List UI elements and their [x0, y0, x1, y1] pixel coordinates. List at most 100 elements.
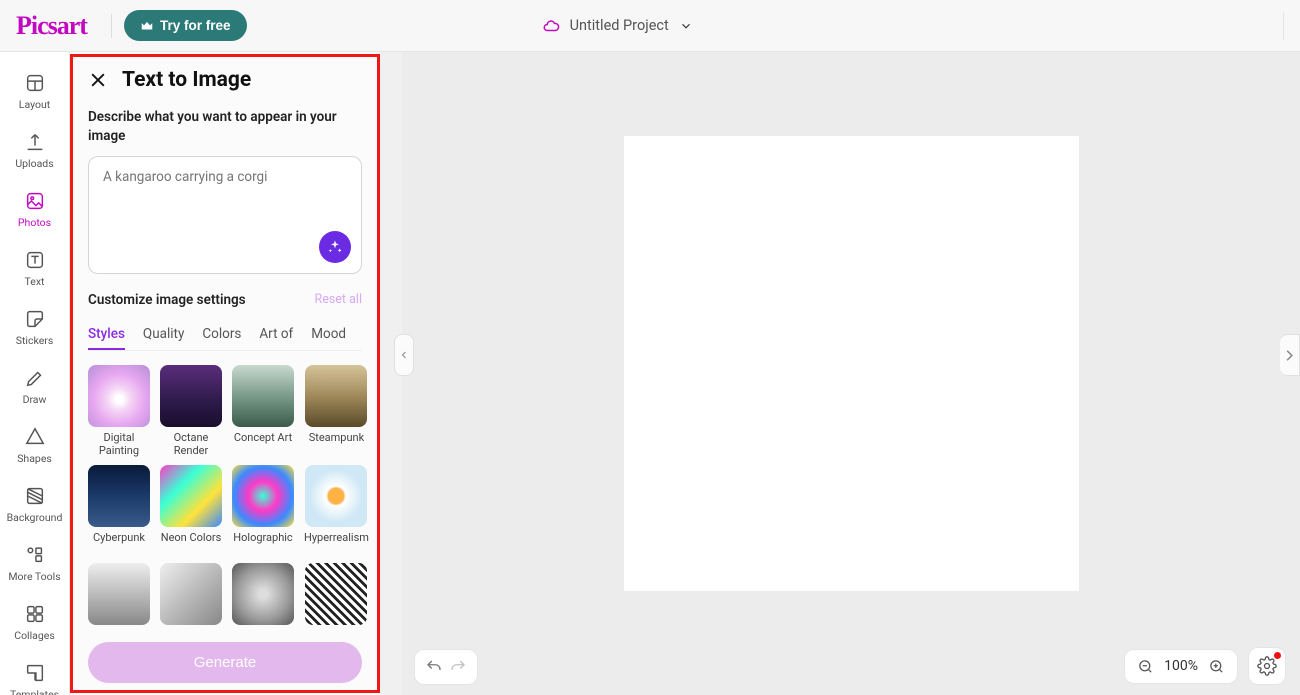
- sidebar-item-uploads[interactable]: Uploads: [0, 125, 69, 184]
- gear-icon: [1257, 656, 1277, 676]
- layout-icon: [24, 72, 46, 94]
- style-digital-painting[interactable]: Digital Painting: [88, 365, 150, 457]
- settings-tabs: Styles Quality Colors Art of Mood: [88, 320, 362, 351]
- sidebar-item-photos[interactable]: Photos: [0, 184, 69, 243]
- prompt-input[interactable]: [103, 169, 347, 219]
- prompt-label: Describe what you want to appear in your…: [88, 108, 362, 146]
- style-thumb: [305, 563, 367, 625]
- styles-grid: Digital Painting Octane Render Concept A…: [88, 365, 362, 653]
- style-item[interactable]: [88, 563, 150, 653]
- tab-mood[interactable]: Mood: [311, 320, 346, 350]
- background-icon: [24, 485, 46, 507]
- style-thumb: [160, 563, 222, 625]
- cloud-icon: [542, 17, 560, 35]
- sidebar-label: More Tools: [8, 570, 60, 583]
- more-tools-icon: [24, 544, 46, 566]
- zoom-out-icon[interactable]: [1137, 658, 1154, 675]
- style-thumb: [305, 465, 367, 527]
- top-bar: Picsart Try for free Untitled Project: [0, 0, 1300, 52]
- history-toolbar: [414, 649, 478, 685]
- sidebar-item-text[interactable]: Text: [0, 243, 69, 302]
- sidebar-label: Background: [7, 511, 63, 524]
- tab-styles[interactable]: Styles: [88, 320, 125, 350]
- style-item[interactable]: [160, 563, 222, 653]
- left-sidebar: Layout Uploads Photos Text Stickers Draw…: [0, 52, 70, 695]
- enhance-prompt-button[interactable]: [319, 231, 351, 263]
- style-thumb: [232, 465, 294, 527]
- style-label: Octane Render: [160, 431, 222, 457]
- sidebar-label: Templates: [10, 688, 59, 695]
- zoom-controls: 100%: [1124, 649, 1238, 684]
- style-octane-render[interactable]: Octane Render: [160, 365, 222, 457]
- zoom-level[interactable]: 100%: [1164, 658, 1198, 674]
- style-concept-art[interactable]: Concept Art: [232, 365, 294, 457]
- project-title[interactable]: Untitled Project: [542, 17, 693, 35]
- style-neon-colors[interactable]: Neon Colors: [160, 465, 222, 555]
- style-label: Concept Art: [234, 431, 292, 455]
- bottom-right-toolbar: 100%: [1124, 647, 1286, 685]
- style-thumb: [232, 365, 294, 427]
- main: Layout Uploads Photos Text Stickers Draw…: [0, 52, 1300, 695]
- text-icon: [24, 249, 46, 271]
- sidebar-label: Photos: [18, 216, 51, 229]
- sidebar-label: Draw: [23, 393, 47, 406]
- sidebar-item-stickers[interactable]: Stickers: [0, 302, 69, 361]
- panel-title: Text to Image: [122, 68, 251, 92]
- reset-all-button[interactable]: Reset all: [315, 292, 362, 307]
- style-thumb: [160, 465, 222, 527]
- redo-icon[interactable]: [449, 658, 467, 676]
- sidebar-item-templates[interactable]: Templates: [0, 656, 69, 695]
- style-thumb: [305, 365, 367, 427]
- undo-icon[interactable]: [425, 658, 443, 676]
- style-thumb: [88, 563, 150, 625]
- customize-label: Customize image settings: [88, 292, 246, 308]
- photos-icon: [24, 190, 46, 212]
- try-for-free-button[interactable]: Try for free: [124, 10, 247, 41]
- sidebar-item-collages[interactable]: Collages: [0, 597, 69, 656]
- style-item[interactable]: [304, 563, 369, 653]
- style-cyberpunk[interactable]: Cyberpunk: [88, 465, 150, 555]
- generate-button[interactable]: Generate: [88, 642, 362, 683]
- sidebar-item-background[interactable]: Background: [0, 479, 69, 538]
- templates-icon: [24, 662, 46, 684]
- panel-wrap: Text to Image Describe what you want to …: [70, 52, 402, 695]
- chevron-left-icon: [398, 349, 410, 361]
- shapes-icon: [24, 426, 46, 448]
- tab-art-of[interactable]: Art of: [259, 320, 293, 350]
- style-holographic[interactable]: Holographic: [232, 465, 294, 555]
- panel-header: Text to Image: [88, 68, 362, 92]
- settings-button[interactable]: [1248, 647, 1286, 685]
- sparkle-icon: [327, 239, 343, 255]
- canvas[interactable]: [624, 136, 1079, 591]
- style-thumb: [88, 465, 150, 527]
- style-hyperrealism[interactable]: Hyperrealism: [304, 465, 369, 555]
- style-thumb: [88, 365, 150, 427]
- text-to-image-panel: Text to Image Describe what you want to …: [70, 52, 380, 695]
- sidebar-item-shapes[interactable]: Shapes: [0, 420, 69, 479]
- style-label: Hyperrealism: [304, 531, 369, 555]
- style-label: Digital Painting: [88, 431, 150, 457]
- style-steampunk[interactable]: Steampunk: [304, 365, 369, 457]
- sidebar-item-layout[interactable]: Layout: [0, 66, 69, 125]
- style-item[interactable]: [232, 563, 294, 653]
- style-label: Cyberpunk: [93, 531, 145, 555]
- collapse-panel-button[interactable]: [394, 334, 414, 376]
- style-thumb: [160, 365, 222, 427]
- sidebar-label: Text: [25, 275, 45, 288]
- tab-colors[interactable]: Colors: [202, 320, 241, 350]
- zoom-in-icon[interactable]: [1208, 658, 1225, 675]
- crown-icon: [140, 19, 154, 33]
- sidebar-label: Stickers: [16, 334, 53, 347]
- canvas-area: 100%: [402, 52, 1300, 695]
- sidebar-item-draw[interactable]: Draw: [0, 361, 69, 420]
- expand-right-panel-button[interactable]: [1280, 334, 1300, 376]
- style-label: Holographic: [233, 531, 292, 555]
- tab-quality[interactable]: Quality: [143, 320, 184, 350]
- style-label: Steampunk: [309, 431, 364, 455]
- sidebar-label: Collages: [14, 629, 55, 642]
- style-thumb: [232, 563, 294, 625]
- sidebar-label: Shapes: [17, 452, 52, 465]
- close-icon[interactable]: [88, 70, 108, 90]
- try-label: Try for free: [160, 18, 231, 33]
- sidebar-item-more-tools[interactable]: More Tools: [0, 538, 69, 597]
